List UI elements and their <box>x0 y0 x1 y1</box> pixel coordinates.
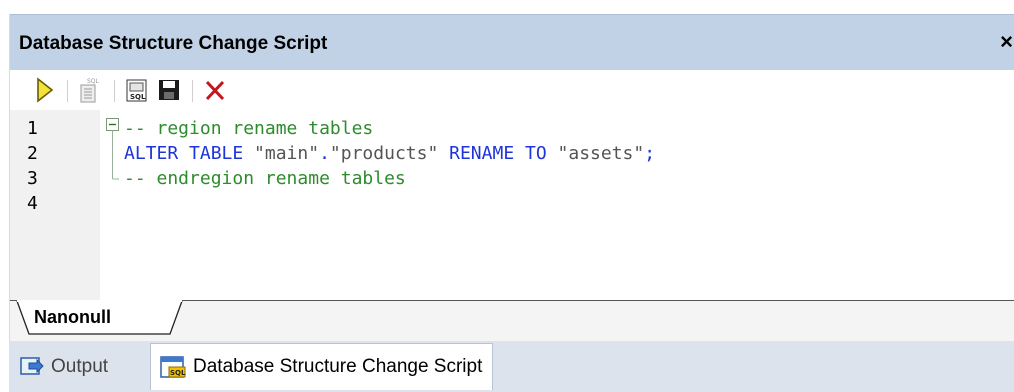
code-line: ALTER TABLE "main"."products" RENAME TO … <box>124 143 655 164</box>
svg-text:SQL: SQL <box>130 93 146 101</box>
fold-collapse-icon[interactable] <box>105 117 121 189</box>
svg-text:SQL: SQL <box>170 369 186 377</box>
change-script-panel: Database Structure Change Script × SQL S… <box>9 14 1014 341</box>
code-area[interactable]: -- region rename tables ALTER TABLE "mai… <box>100 110 1014 300</box>
toolbar-separator <box>192 80 193 102</box>
code-token: "products" <box>329 143 439 164</box>
code-line: -- endregion rename tables <box>124 168 406 189</box>
code-token: "main" <box>254 143 320 164</box>
save-script-button[interactable] <box>156 76 182 104</box>
sql-editor[interactable]: 1 2 3 4 -- region rename tables ALTER TA… <box>10 110 1014 300</box>
toolbar-separator <box>67 80 68 102</box>
toolbar-separator <box>114 80 115 102</box>
database-tab-strip: Nanonull <box>10 300 1014 341</box>
line-number: 3 <box>27 168 38 189</box>
code-token: -- endregion rename tables <box>124 168 406 189</box>
tab-database-structure-change-script[interactable]: SQL Database Structure Change Script <box>150 343 494 390</box>
code-token: "assets" <box>557 143 645 164</box>
open-sql-editor-button[interactable]: SQL <box>77 76 103 104</box>
line-number-gutter: 1 2 3 4 <box>10 110 100 300</box>
tab-output-label: Output <box>51 356 109 377</box>
sql-script-icon: SQL <box>126 79 147 102</box>
code-token: ALTER TABLE <box>124 143 255 164</box>
close-icon[interactable]: × <box>1000 29 1013 55</box>
panel-title: Database Structure Change Script <box>19 33 328 54</box>
line-number: 4 <box>27 193 38 214</box>
code-token: . <box>319 143 330 164</box>
close-script-button[interactable] <box>202 76 228 104</box>
sql-editor-icon: SQL <box>80 78 100 103</box>
line-number: 1 <box>27 118 38 139</box>
code-line: -- region rename tables <box>124 118 373 139</box>
svg-text:SQL: SQL <box>87 78 100 85</box>
panel-titlebar: Database Structure Change Script × <box>10 14 1014 70</box>
code-token: -- region rename tables <box>124 118 374 139</box>
output-icon <box>20 357 44 375</box>
red-x-icon <box>205 80 225 101</box>
tab-output[interactable]: Output <box>19 347 108 387</box>
execute-script-button[interactable] <box>34 76 56 104</box>
script-toolbar: SQL SQL <box>10 70 1014 110</box>
tab-database-structure-change-script-label: Database Structure Change Script <box>193 356 483 377</box>
bottom-tab-bar: Output SQL Database Structure Change Scr… <box>9 341 1014 392</box>
play-icon <box>37 77 54 103</box>
line-number: 2 <box>27 143 38 164</box>
open-sql-script-button[interactable]: SQL <box>124 76 150 104</box>
code-token: ; <box>644 143 656 164</box>
sql-window-icon: SQL <box>160 356 186 378</box>
save-disk-icon <box>159 80 179 100</box>
database-tab-label: Nanonull <box>34 307 111 327</box>
code-token: RENAME TO <box>438 143 558 164</box>
